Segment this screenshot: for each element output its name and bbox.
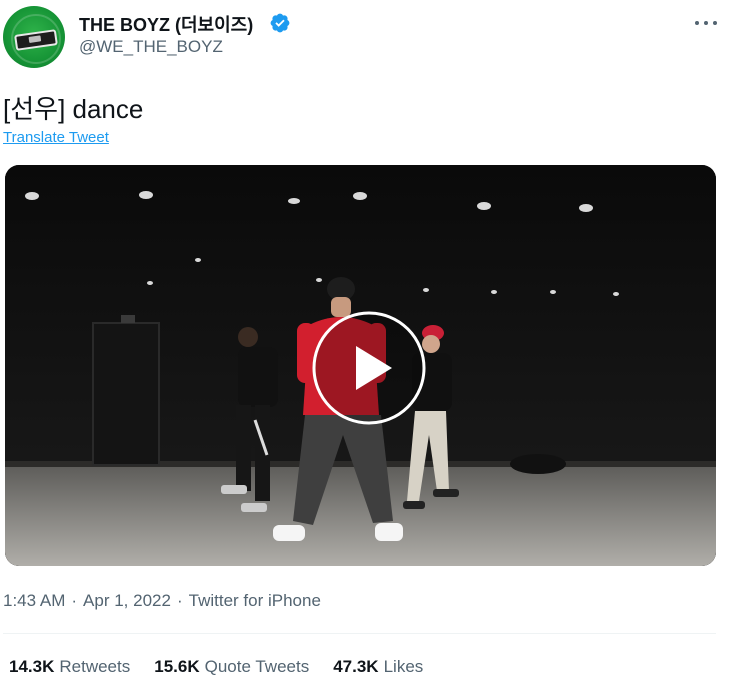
quote-tweets-count: 15.6K	[154, 657, 200, 676]
tweet-text: [선우] dance	[3, 94, 144, 124]
separator: ·	[176, 591, 183, 610]
tweet-time[interactable]: 1:43 AM	[3, 591, 65, 610]
tweet-timestamp-line: 1:43 AM · Apr 1, 2022 · Twitter for iPhone	[3, 591, 321, 611]
author-display-name[interactable]: THE BOYZ (더보이즈)	[79, 11, 253, 37]
tweet-source[interactable]: Twitter for iPhone	[189, 591, 321, 610]
quote-tweets-stat[interactable]: 15.6K Quote Tweets	[154, 657, 309, 677]
quote-tweets-label: Quote Tweets	[204, 657, 310, 676]
likes-label: Likes	[383, 657, 424, 676]
retweets-count: 14.3K	[9, 657, 55, 676]
author-handle[interactable]: @WE_THE_BOYZ	[79, 37, 223, 57]
separator: ·	[71, 591, 78, 610]
divider	[3, 633, 716, 634]
verified-badge-icon	[270, 13, 290, 33]
translate-tweet-link[interactable]: Translate Tweet	[3, 129, 109, 146]
likes-count: 47.3K	[333, 657, 379, 676]
more-options-icon[interactable]	[693, 20, 719, 26]
author-avatar[interactable]	[3, 6, 65, 68]
engagement-stats: 14.3K Retweets 15.6K Quote Tweets 47.3K Lik…	[9, 657, 447, 677]
video-player[interactable]	[5, 165, 716, 566]
tweet-card: THE BOYZ (더보이즈) @WE_THE_BOYZ [선우] dance …	[0, 0, 736, 688]
play-icon[interactable]	[312, 311, 426, 425]
retweets-label: Retweets	[59, 657, 131, 676]
retweets-stat[interactable]: 14.3K Retweets	[9, 657, 130, 677]
likes-stat[interactable]: 47.3K Likes	[333, 657, 423, 677]
tweet-date[interactable]: Apr 1, 2022	[83, 591, 171, 610]
